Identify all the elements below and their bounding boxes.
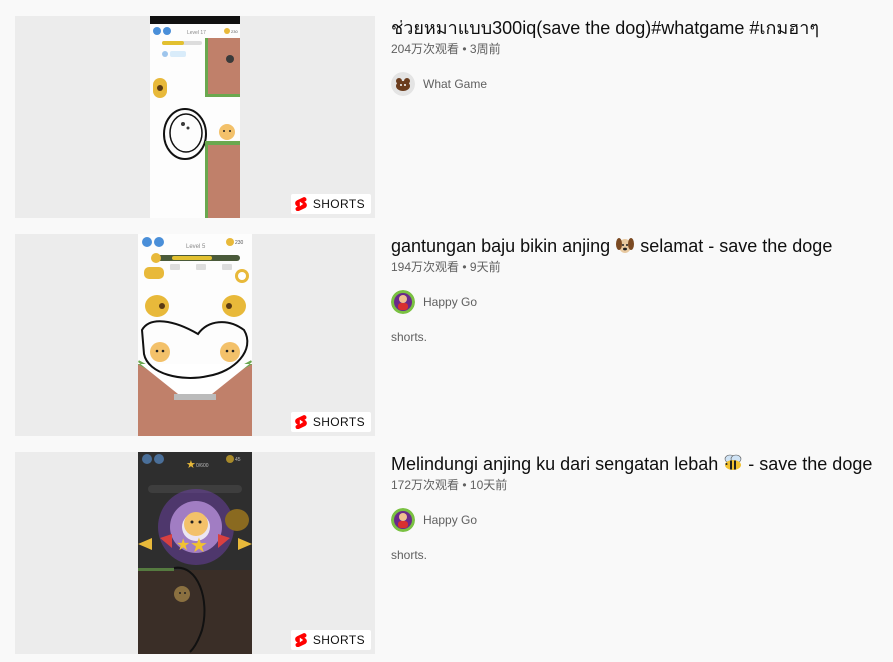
view-count: 172万次观看 <box>391 478 460 492</box>
upload-age: 3周前 <box>469 42 501 56</box>
video-title[interactable]: Melindungi anjing ku dari sengatan lebah… <box>391 452 886 476</box>
svg-text:★: ★ <box>190 533 208 557</box>
video-title[interactable]: ช่วยหมาแบบ300iq(save the dog)#whatgame #… <box>391 16 886 40</box>
channel-link[interactable]: Happy Go <box>391 508 477 532</box>
game-coins-text: 230 <box>235 240 244 246</box>
channel-avatar[interactable] <box>391 290 415 314</box>
video-thumbnail[interactable]: ★ 0/600 45 ★ ★ SHORTS <box>15 452 375 654</box>
view-count: 204万次观看 <box>391 42 460 56</box>
video-info: Melindungi anjing ku dari sengatan lebah… <box>391 452 886 562</box>
game-coins-text: 45 <box>235 457 241 463</box>
video-description: shorts. <box>391 330 428 344</box>
thumbnail-game-screen: Level 17 230 <box>150 16 240 218</box>
shorts-icon <box>294 633 307 647</box>
video-metadata: 194万次观看 • 9天前 <box>391 258 886 276</box>
shorts-badge: SHORTS <box>290 412 371 432</box>
game-level-text: Level 5 <box>186 244 206 250</box>
dog-face-icon <box>616 238 635 253</box>
channel-name[interactable]: Happy Go <box>423 513 477 527</box>
meta-separator: • <box>462 42 467 56</box>
video-metadata: 172万次观看 • 10天前 <box>391 476 886 494</box>
title-text: selamat - save the doge <box>640 236 833 256</box>
title-text: Melindungi anjing ku dari sengatan lebah <box>391 454 719 474</box>
shorts-label: SHORTS <box>312 415 365 429</box>
video-title[interactable]: gantungan baju bikin anjing selamat - sa… <box>391 234 886 258</box>
channel-name[interactable]: What Game <box>423 77 487 91</box>
channel-avatar[interactable] <box>391 508 415 532</box>
channel-link[interactable]: What Game <box>391 72 487 96</box>
svg-text:★: ★ <box>186 458 196 471</box>
view-count: 194万次观看 <box>391 260 460 274</box>
video-metadata: 204万次观看 • 3周前 <box>391 40 886 58</box>
channel-name[interactable]: Happy Go <box>423 295 477 309</box>
svg-text:★: ★ <box>176 535 190 554</box>
video-thumbnail[interactable]: Level 17 230 SHORTS <box>15 16 375 218</box>
shorts-badge: SHORTS <box>290 630 371 650</box>
video-info: gantungan baju bikin anjing selamat - sa… <box>391 234 886 344</box>
channel-avatar[interactable] <box>391 72 415 96</box>
channel-link[interactable]: Happy Go <box>391 290 477 314</box>
shorts-icon <box>294 415 307 429</box>
game-level-text: Level 17 <box>187 30 206 36</box>
shorts-icon <box>294 197 307 211</box>
video-info: ช่วยหมาแบบ300iq(save the dog)#whatgame #… <box>391 16 886 96</box>
title-text: - save the doge <box>748 454 873 474</box>
shorts-label: SHORTS <box>312 197 365 211</box>
game-illustration: Level 17 230 <box>150 16 240 218</box>
upload-age: 10天前 <box>469 478 508 492</box>
video-result[interactable]: Level 17 230 SHORTS ช่วยหมาแบบ300iq(save… <box>0 16 893 219</box>
video-result[interactable]: ★ 0/600 45 ★ ★ SHORTS Melindungi anjing … <box>0 452 893 655</box>
video-result[interactable]: Level 5 230 SHORTS gantungan baju bikin … <box>0 234 893 437</box>
bee-icon <box>724 454 742 470</box>
game-coins-text: 230 <box>231 29 238 34</box>
shorts-label: SHORTS <box>312 633 365 647</box>
game-score-text: 0/600 <box>196 463 209 469</box>
upload-age: 9天前 <box>469 260 501 274</box>
video-description: shorts. <box>391 548 428 562</box>
meta-separator: • <box>462 478 467 492</box>
video-thumbnail[interactable]: Level 5 230 SHORTS <box>15 234 375 436</box>
thumbnail-game-screen: Level 5 230 <box>138 234 252 436</box>
game-illustration: Level 5 230 <box>138 234 252 436</box>
shorts-badge: SHORTS <box>290 194 371 214</box>
thumbnail-game-screen: ★ 0/600 45 ★ ★ <box>138 452 252 654</box>
title-text: gantungan baju bikin anjing <box>391 236 611 256</box>
game-illustration: ★ 0/600 45 ★ ★ <box>138 452 252 654</box>
meta-separator: • <box>462 260 467 274</box>
